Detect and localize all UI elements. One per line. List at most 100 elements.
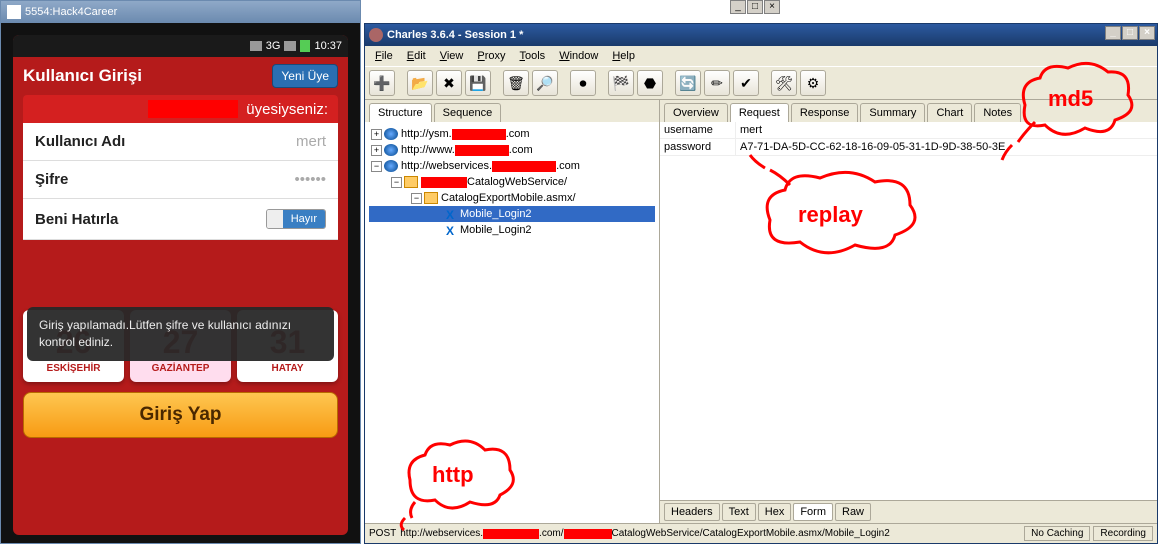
redacted bbox=[492, 161, 556, 172]
redacted bbox=[483, 529, 539, 539]
tree-host[interactable]: + http://ysm..com bbox=[369, 126, 655, 142]
battery-icon bbox=[300, 40, 310, 52]
password-row[interactable]: Şifre •••••• bbox=[23, 161, 338, 199]
structure-tree[interactable]: + http://ysm..com + http://www..com − ht… bbox=[365, 122, 659, 523]
collapse-icon[interactable]: − bbox=[411, 193, 422, 204]
remember-label: Beni Hatırla bbox=[35, 211, 118, 228]
expand-icon[interactable]: + bbox=[371, 129, 382, 140]
phone-screen: 3G 10:37 Kullanıcı Girişi Yeni Üye üyesi… bbox=[13, 35, 348, 535]
login-button[interactable]: Giriş Yap bbox=[23, 392, 338, 438]
password-value: •••••• bbox=[294, 171, 326, 188]
collapse-icon[interactable]: − bbox=[371, 161, 382, 172]
tab-text[interactable]: Text bbox=[722, 503, 756, 521]
param-key: password bbox=[660, 139, 736, 155]
tree-host[interactable]: + http://www..com bbox=[369, 142, 655, 158]
find-icon[interactable]: 🔎 bbox=[532, 70, 558, 96]
error-toast: Giriş yapılamadı.Lütfen şifre ve kullanı… bbox=[27, 307, 334, 361]
tab-structure[interactable]: Structure bbox=[369, 103, 432, 122]
new-member-button[interactable]: Yeni Üye bbox=[272, 64, 338, 88]
android-statusbar: 3G 10:37 bbox=[13, 35, 348, 57]
remember-toggle[interactable]: Hayır bbox=[266, 209, 326, 229]
menu-edit[interactable]: Edit bbox=[401, 48, 432, 64]
menu-help[interactable]: Help bbox=[606, 48, 641, 64]
settings-icon[interactable]: ⚙ bbox=[800, 70, 826, 96]
tab-form[interactable]: Form bbox=[793, 503, 833, 521]
edit-icon[interactable]: ✏ bbox=[704, 70, 730, 96]
tab-summary[interactable]: Summary bbox=[860, 103, 925, 122]
tab-hex[interactable]: Hex bbox=[758, 503, 792, 521]
tree-folder[interactable]: − CatalogWebService/ bbox=[369, 174, 655, 190]
tab-notes[interactable]: Notes bbox=[974, 103, 1021, 122]
close-icon[interactable]: × bbox=[764, 0, 780, 14]
banner-text: üyesiyseniz: bbox=[246, 101, 328, 118]
page-title: Kullanıcı Girişi bbox=[23, 66, 142, 86]
close-session-icon[interactable]: ✖ bbox=[436, 70, 462, 96]
member-banner: üyesiyseniz: bbox=[23, 95, 338, 123]
tab-request[interactable]: Request bbox=[730, 103, 789, 122]
tab-raw[interactable]: Raw bbox=[835, 503, 871, 521]
toggle-off: Hayır bbox=[283, 210, 325, 228]
table-row[interactable]: password A7-71-DA-5D-CC-62-18-16-09-05-3… bbox=[660, 139, 1157, 156]
password-label: Şifre bbox=[35, 171, 68, 188]
validate-icon[interactable]: ✔ bbox=[733, 70, 759, 96]
save-icon[interactable]: 💾 bbox=[465, 70, 491, 96]
charles-title: Charles 3.6.4 - Session 1 * bbox=[387, 29, 523, 41]
close-icon[interactable]: × bbox=[1139, 26, 1155, 40]
menu-proxy[interactable]: Proxy bbox=[471, 48, 511, 64]
param-value: A7-71-DA-5D-CC-62-18-16-09-05-31-1D-9D-3… bbox=[736, 139, 1157, 155]
minimize-icon[interactable]: _ bbox=[1105, 26, 1121, 40]
table-row[interactable]: username mert bbox=[660, 122, 1157, 139]
open-icon[interactable]: 📂 bbox=[407, 70, 433, 96]
username-row[interactable]: Kullanıcı Adı mert bbox=[23, 123, 338, 161]
charles-titlebar[interactable]: Charles 3.6.4 - Session 1 * _ □ × bbox=[365, 24, 1157, 46]
app-header: Kullanıcı Girişi Yeni Üye bbox=[13, 57, 348, 95]
menubar[interactable]: File Edit View Proxy Tools Window Help bbox=[365, 46, 1157, 66]
new-session-icon[interactable]: ➕ bbox=[369, 70, 395, 96]
tab-headers[interactable]: Headers bbox=[664, 503, 720, 521]
redacted bbox=[421, 177, 467, 188]
tree-leaf-selected[interactable]: X Mobile_Login2 bbox=[369, 206, 655, 222]
maximize-icon[interactable]: □ bbox=[1122, 26, 1138, 40]
day-city: ESKİŞEHİR bbox=[23, 363, 124, 374]
menu-tools[interactable]: Tools bbox=[514, 48, 552, 64]
username-label: Kullanıcı Adı bbox=[35, 133, 125, 150]
collapse-icon[interactable]: − bbox=[391, 177, 402, 188]
outer-window-controls[interactable]: _ □ × bbox=[730, 0, 1159, 14]
tree-folder[interactable]: − CatalogExportMobile.asmx/ bbox=[369, 190, 655, 206]
remember-row: Beni Hatırla Hayır bbox=[23, 199, 338, 240]
menu-window[interactable]: Window bbox=[553, 48, 604, 64]
expand-icon[interactable]: + bbox=[371, 145, 382, 156]
tree-leaf[interactable]: X Mobile_Login2 bbox=[369, 222, 655, 238]
record-icon[interactable]: ⏺ bbox=[570, 70, 596, 96]
charles-window-controls[interactable]: _ □ × bbox=[1105, 26, 1155, 40]
bottom-tabs: Headers Text Hex Form Raw bbox=[660, 500, 1157, 523]
menu-file[interactable]: File bbox=[369, 48, 399, 64]
emulator-titlebar[interactable]: 5554:Hack4Career bbox=[1, 1, 360, 23]
globe-icon bbox=[384, 128, 398, 140]
tools-icon[interactable]: 🛠 bbox=[771, 70, 797, 96]
request-table[interactable]: username mert password A7-71-DA-5D-CC-62… bbox=[660, 122, 1157, 500]
maximize-icon[interactable]: □ bbox=[747, 0, 763, 14]
signal-icon bbox=[250, 41, 262, 51]
no-caching-button[interactable]: No Caching bbox=[1024, 526, 1090, 541]
recording-button[interactable]: Recording bbox=[1093, 526, 1153, 541]
param-key: username bbox=[660, 122, 736, 138]
tab-response[interactable]: Response bbox=[791, 103, 859, 122]
tab-sequence[interactable]: Sequence bbox=[434, 103, 502, 122]
repeat-icon[interactable]: 🔄 bbox=[675, 70, 701, 96]
breakpoint-icon[interactable]: ⬣ bbox=[637, 70, 663, 96]
menu-view[interactable]: View bbox=[434, 48, 470, 64]
tree-host[interactable]: − http://webservices..com bbox=[369, 158, 655, 174]
charles-body: Structure Sequence + http://ysm..com + h… bbox=[365, 100, 1157, 523]
xml-icon: X bbox=[443, 208, 457, 220]
trash-icon[interactable]: 🗑 bbox=[503, 70, 529, 96]
folder-icon bbox=[424, 192, 438, 204]
param-value: mert bbox=[736, 122, 1157, 138]
tab-overview[interactable]: Overview bbox=[664, 103, 728, 122]
status-url: POST http://webservices. .com/ CatalogWe… bbox=[369, 528, 1021, 539]
tab-chart[interactable]: Chart bbox=[927, 103, 972, 122]
throttle-icon[interactable]: 🏁 bbox=[608, 70, 634, 96]
minimize-icon[interactable]: _ bbox=[730, 0, 746, 14]
left-pane: Structure Sequence + http://ysm..com + h… bbox=[365, 100, 660, 523]
redacted-brand bbox=[148, 100, 238, 118]
